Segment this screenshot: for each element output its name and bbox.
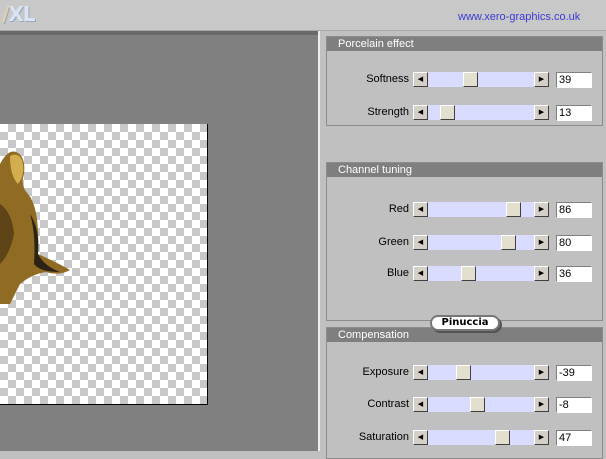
slider-right-arrow-icon[interactable]: ▶ [534, 365, 549, 380]
softness-value-field[interactable]: 39 [556, 72, 592, 88]
header-bar: /XL www.xero-graphics.co.uk [0, 0, 606, 31]
green-value-field[interactable]: 80 [556, 235, 592, 251]
blue-value-field[interactable]: 36 [556, 266, 592, 282]
panel-title: Porcelain effect [327, 37, 602, 51]
blue-row: Blue ◀ ▶ 36 [327, 264, 602, 284]
contrast-row: Contrast ◀ ▶ -8 [327, 395, 602, 415]
slider-right-arrow-icon[interactable]: ▶ [534, 202, 549, 217]
row-label: Blue [386, 267, 409, 279]
strength-row: Strength ◀ ▶ 13 [327, 103, 602, 123]
saturation-row: Saturation ◀ ▶ 47 [327, 428, 602, 448]
slider-thumb[interactable] [506, 202, 521, 217]
slider-track[interactable] [428, 397, 534, 412]
slider-left-arrow-icon[interactable]: ◀ [413, 235, 428, 250]
website-link[interactable]: www.xero-graphics.co.uk [458, 11, 580, 23]
slider-right-arrow-icon[interactable]: ▶ [534, 235, 549, 250]
slider-thumb[interactable] [461, 266, 476, 281]
strength-value-field[interactable]: 13 [556, 105, 592, 121]
softness-slider[interactable]: ◀ ▶ [413, 72, 549, 87]
slider-left-arrow-icon[interactable]: ◀ [413, 72, 428, 87]
slider-right-arrow-icon[interactable]: ▶ [534, 105, 549, 120]
blue-slider[interactable]: ◀ ▶ [413, 266, 549, 281]
slider-track[interactable] [428, 365, 534, 380]
slider-thumb[interactable] [501, 235, 516, 250]
porcelain-effect-panel: Porcelain effect Softness ◀ ▶ 39 Strengt… [326, 36, 603, 126]
slider-track[interactable] [428, 266, 534, 281]
watermark-badge: Pinuccia [430, 315, 500, 331]
red-row: Red ◀ ▶ 86 [327, 200, 602, 220]
slider-right-arrow-icon[interactable]: ▶ [534, 430, 549, 445]
slider-track[interactable] [428, 235, 534, 250]
green-slider[interactable]: ◀ ▶ [413, 235, 549, 250]
row-label: Saturation [358, 431, 409, 443]
slider-left-arrow-icon[interactable]: ◀ [413, 397, 428, 412]
slider-thumb[interactable] [463, 72, 478, 87]
slider-left-arrow-icon[interactable]: ◀ [413, 430, 428, 445]
compensation-panel: Compensation Exposure ◀ ▶ -39 Contrast ◀… [326, 327, 603, 459]
red-value-field[interactable]: 86 [556, 202, 592, 218]
preview-area [0, 31, 320, 451]
slider-right-arrow-icon[interactable]: ▶ [534, 266, 549, 281]
slider-left-arrow-icon[interactable]: ◀ [413, 365, 428, 380]
slider-track[interactable] [428, 202, 534, 217]
slider-left-arrow-icon[interactable]: ◀ [413, 105, 428, 120]
slider-thumb[interactable] [470, 397, 485, 412]
slider-track[interactable] [428, 430, 534, 445]
exposure-row: Exposure ◀ ▶ -39 [327, 363, 602, 383]
green-row: Green ◀ ▶ 80 [327, 233, 602, 253]
row-label: Green [378, 236, 409, 248]
slider-track[interactable] [428, 105, 534, 120]
slider-left-arrow-icon[interactable]: ◀ [413, 202, 428, 217]
row-label: Strength [367, 106, 409, 118]
row-label: Softness [366, 73, 409, 85]
figure-image [0, 151, 70, 304]
slider-track[interactable] [428, 72, 534, 87]
slider-thumb[interactable] [456, 365, 471, 380]
slider-thumb[interactable] [440, 105, 455, 120]
row-label: Exposure [362, 366, 409, 378]
contrast-value-field[interactable]: -8 [556, 397, 592, 413]
exposure-value-field[interactable]: -39 [556, 365, 592, 381]
row-label: Red [388, 203, 409, 215]
contrast-slider[interactable]: ◀ ▶ [413, 397, 549, 412]
saturation-slider[interactable]: ◀ ▶ [413, 430, 549, 445]
panel-title: Channel tuning [327, 163, 602, 177]
softness-row: Softness ◀ ▶ 39 [327, 70, 602, 90]
strength-slider[interactable]: ◀ ▶ [413, 105, 549, 120]
exposure-slider[interactable]: ◀ ▶ [413, 365, 549, 380]
app-logo: /XL [2, 2, 35, 26]
saturation-value-field[interactable]: 47 [556, 430, 592, 446]
channel-tuning-panel: Channel tuning Red ◀ ▶ 86 Green ◀ ▶ 80 B… [326, 162, 603, 321]
slider-thumb[interactable] [495, 430, 510, 445]
red-slider[interactable]: ◀ ▶ [413, 202, 549, 217]
slider-left-arrow-icon[interactable]: ◀ [413, 266, 428, 281]
row-label: Contrast [367, 398, 409, 410]
slider-right-arrow-icon[interactable]: ▶ [534, 72, 549, 87]
slider-right-arrow-icon[interactable]: ▶ [534, 397, 549, 412]
